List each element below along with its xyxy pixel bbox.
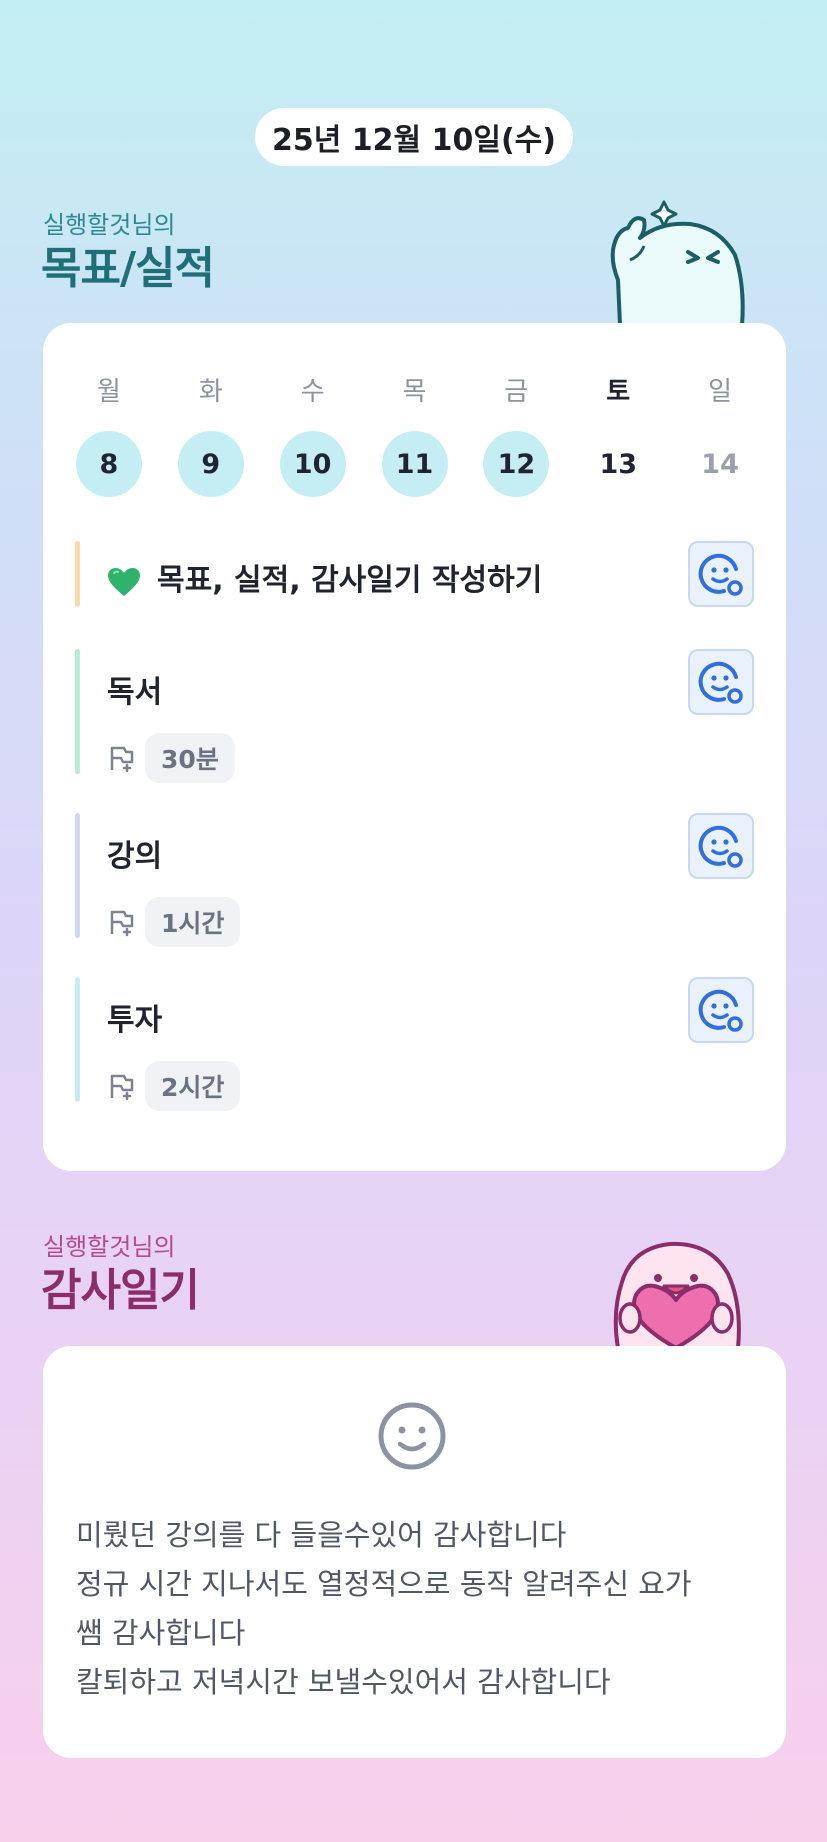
weekday-label: 수 bbox=[300, 377, 325, 407]
gratitude-card: 미뤘던 강의를 다 들을수있어 감사합니다 정규 시간 지나서도 열정적으로 동… bbox=[43, 1346, 786, 1758]
gratitude-title: 감사일기 bbox=[41, 1265, 200, 1316]
date-cell[interactable]: 13 bbox=[567, 431, 669, 497]
task-color-bar bbox=[75, 813, 80, 938]
smiley-face-icon[interactable] bbox=[377, 1401, 447, 1471]
smiley-add-icon bbox=[698, 553, 743, 596]
task-name: 투자 bbox=[107, 1003, 163, 1038]
gratitude-line: 정규 시간 지나서도 열정적으로 동작 알려주신 요가 bbox=[76, 1567, 692, 1601]
date-display[interactable]: 25년 12월 10일(수) bbox=[255, 108, 573, 166]
weekday-label: 일 bbox=[708, 377, 733, 407]
duration-chip: 30분 bbox=[145, 733, 235, 783]
goal-flag-icon bbox=[110, 1074, 134, 1101]
gratitude-line: 쌤 감사합니다 bbox=[76, 1616, 246, 1650]
task-name: 독서 bbox=[107, 675, 163, 710]
completed-date-circle: 11 bbox=[381, 431, 448, 497]
smiley-add-icon bbox=[698, 825, 743, 868]
date-cell[interactable]: 14 bbox=[669, 431, 771, 497]
emoji-react-button[interactable] bbox=[688, 813, 754, 879]
completed-date-circle: 12 bbox=[483, 431, 550, 497]
duration-chip: 2시간 bbox=[145, 1061, 241, 1111]
date-cell[interactable]: 8 bbox=[58, 431, 160, 497]
task-item[interactable]: 투자 2시간 bbox=[75, 977, 754, 1111]
weekday-label: 월 bbox=[96, 377, 121, 407]
teal-mascot-illustration bbox=[610, 200, 745, 325]
emoji-react-button[interactable] bbox=[688, 541, 754, 607]
weekday-label: 토 bbox=[606, 377, 631, 407]
task-item[interactable]: 목표, 실적, 감사일기 작성하기 bbox=[75, 541, 754, 607]
task-meta: 2시간 bbox=[107, 1061, 241, 1111]
pink-mascot-illustration bbox=[613, 1241, 741, 1348]
task-item[interactable]: 독서 30분 bbox=[75, 649, 754, 783]
date-cell[interactable]: 11 bbox=[364, 431, 466, 497]
goal-flag-icon bbox=[110, 746, 134, 773]
weekday-label: 화 bbox=[198, 377, 223, 407]
task-color-bar bbox=[75, 541, 80, 607]
task-meta: 30분 bbox=[107, 733, 235, 783]
task-name: 강의 bbox=[107, 839, 163, 874]
duration-chip: 1시간 bbox=[145, 897, 241, 947]
smiley-add-icon bbox=[698, 989, 743, 1032]
task-color-bar bbox=[75, 649, 80, 774]
weekday-label: 금 bbox=[504, 377, 529, 407]
weekday-header-row: 월 화 수 목 금 토 일 bbox=[43, 371, 786, 408]
date-row: 8 9 10 11 12 13 14 bbox=[43, 431, 786, 497]
smiley-add-icon bbox=[698, 661, 743, 704]
gratitude-line: 칼퇴하고 저녁시간 보낼수있어서 감사합니다 bbox=[76, 1665, 611, 1699]
emoji-react-button[interactable] bbox=[688, 649, 754, 715]
completed-date-circle: 8 bbox=[75, 431, 142, 497]
goals-title: 목표/실적 bbox=[41, 243, 215, 294]
task-name: 목표, 실적, 감사일기 작성하기 bbox=[107, 555, 542, 599]
completed-date-circle: 9 bbox=[177, 431, 244, 497]
task-color-bar bbox=[75, 977, 80, 1102]
gratitude-entry-text: 미뤘던 강의를 다 들을수있어 감사합니다 정규 시간 지나서도 열정적으로 동… bbox=[76, 1511, 766, 1707]
date-cell[interactable]: 10 bbox=[262, 431, 364, 497]
task-meta: 1시간 bbox=[107, 897, 241, 947]
date-cell[interactable]: 9 bbox=[160, 431, 262, 497]
green-heart-icon bbox=[108, 567, 140, 596]
goal-flag-icon bbox=[110, 910, 134, 937]
completed-date-circle: 10 bbox=[279, 431, 346, 497]
weekday-label: 목 bbox=[402, 377, 427, 407]
goals-card: 월 화 수 목 금 토 일 8 9 10 11 12 13 14 목표, 실적,… bbox=[43, 323, 786, 1171]
gratitude-line: 미뤘던 강의를 다 들을수있어 감사합니다 bbox=[76, 1518, 567, 1552]
task-item[interactable]: 강의 1시간 bbox=[75, 813, 754, 947]
date-cell[interactable]: 12 bbox=[465, 431, 567, 497]
task-name-text: 목표, 실적, 감사일기 작성하기 bbox=[157, 563, 543, 598]
emoji-react-button[interactable] bbox=[688, 977, 754, 1043]
